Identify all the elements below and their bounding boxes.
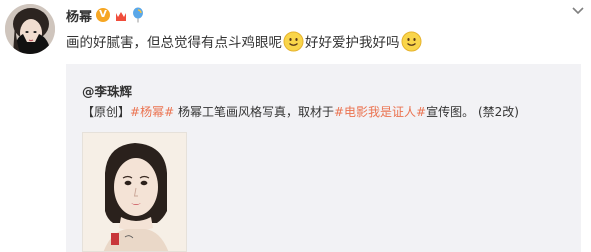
repost-card: @李珠辉 【原创】#杨幂# 杨幂工笔画风格写真，取材于#电影我是证人#宣传图。 … — [66, 64, 581, 252]
smiley-face-icon — [401, 31, 421, 51]
post-text-part-2: 好好爱护我好吗 — [305, 35, 400, 51]
vip-badge-icon[interactable]: V — [96, 8, 111, 22]
repost-text: 【原创】#杨幂# 杨幂工笔画风格写真，取材于#电影我是证人#宣传图。 (禁2改) — [82, 103, 519, 120]
original-tag: 原创 — [94, 105, 119, 119]
repost-author[interactable]: @李珠辉 — [82, 81, 132, 100]
chevron-down-icon[interactable] — [571, 6, 585, 16]
portrait-illustration — [83, 133, 186, 251]
repost-text-part-a: 杨幂工笔画风格写真，取材于 — [174, 105, 334, 119]
post-text: 画的好腻害，但总觉得有点斗鸡眼呢 好好爱护我好吗 — [66, 29, 423, 53]
crown-badge-icon[interactable] — [114, 8, 128, 22]
author-name[interactable]: 杨幂 — [66, 6, 92, 25]
repost-image-thumbnail[interactable] — [82, 132, 187, 252]
bracket-open: 【 — [82, 105, 95, 119]
bracket-close: 】 — [118, 105, 131, 119]
repost-text-part-b: 宣传图。 — [426, 105, 475, 119]
avatar-image — [5, 4, 55, 54]
avatar[interactable] — [5, 4, 55, 54]
author-row: 杨幂 V — [66, 6, 144, 25]
edit-note: (禁2改) — [477, 105, 519, 119]
post-text-part-1: 画的好腻害，但总觉得有点斗鸡眼呢 — [66, 35, 282, 51]
balloon-badge-icon[interactable] — [132, 7, 144, 23]
hashtag-link[interactable]: #杨幂# — [130, 105, 174, 119]
smiley-face-icon — [283, 31, 304, 51]
hashtag-link[interactable]: #电影我是证人# — [334, 105, 426, 119]
